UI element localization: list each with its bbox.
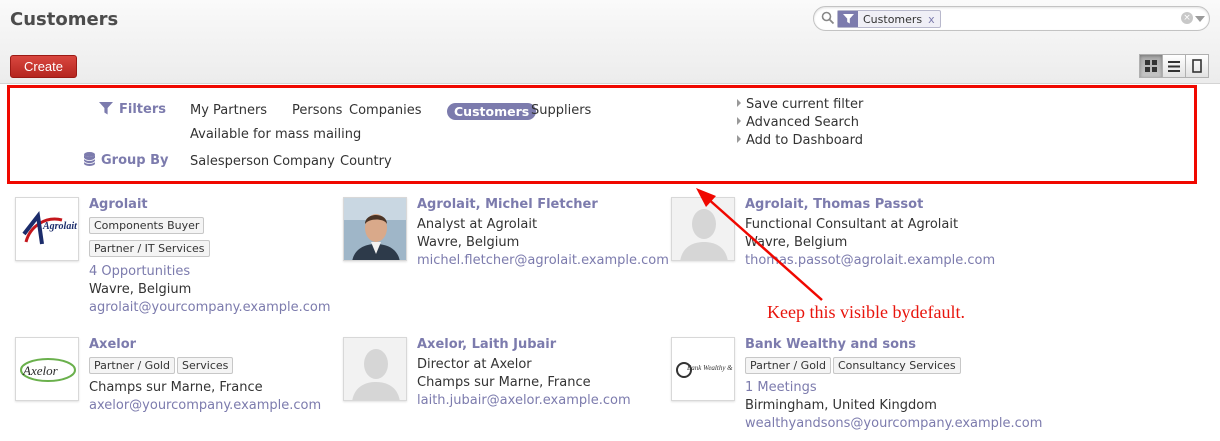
annotation-text: Keep this visible bydefault. [767,302,965,322]
annotation-arrow [696,188,823,301]
